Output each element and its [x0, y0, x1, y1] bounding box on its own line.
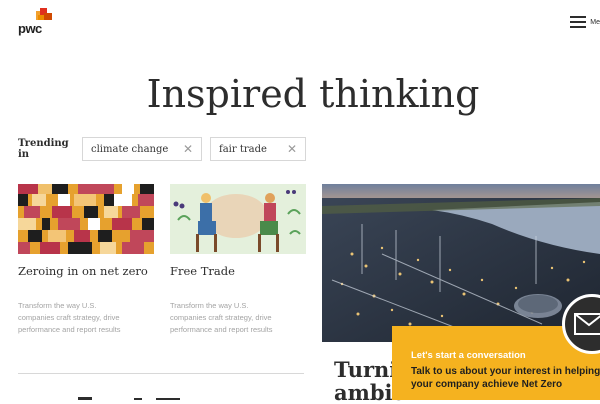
cta-body: Talk to us about your interest in helpin… [411, 365, 600, 391]
close-icon[interactable]: ✕ [183, 142, 193, 156]
article-card-net-zero[interactable]: Zeroing in on net zero Transform the way… [18, 184, 154, 336]
cta-body-line: Talk to us about your interest in helpin… [411, 366, 600, 377]
trending-filter-bar: Trending in climate change ✕ fair trade … [18, 136, 314, 162]
card-title[interactable]: Free Trade [170, 264, 306, 278]
page-title: Inspired thinking [146, 72, 480, 116]
close-icon[interactable]: ✕ [287, 142, 297, 156]
card-description-line: Transform the way U.S. [170, 301, 249, 310]
card-description-line: companies craft strategy, drive [18, 313, 120, 322]
mosaic-illustration [18, 184, 154, 254]
menu-button[interactable]: Me [570, 12, 600, 32]
card-description-line: performance and report results [170, 325, 273, 334]
logo-wordmark: pwc [18, 21, 42, 36]
pwc-logo[interactable]: pwc [18, 8, 52, 36]
logo-mark-icon [36, 8, 52, 20]
section-divider [18, 373, 304, 374]
card-image-illustration [170, 184, 306, 254]
cta-body-line: your company achieve Net Zero [411, 379, 563, 390]
article-card-free-trade[interactable]: Free Trade Transform the way U.S. compan… [170, 184, 306, 336]
card-description-line: Transform the way U.S. [18, 301, 97, 310]
hamburger-icon [570, 16, 587, 28]
card-description: Transform the way U.S. companies craft s… [170, 300, 306, 336]
top-bar: pwc Me [0, 0, 600, 44]
card-image-pattern [18, 184, 154, 254]
featured-image-industrial-plant [322, 184, 600, 342]
trending-chip-fair-trade[interactable]: fair trade ✕ [210, 137, 306, 161]
industrial-plant-photo [322, 184, 600, 342]
trending-chip-climate-change[interactable]: climate change ✕ [82, 137, 202, 161]
card-description-line: performance and report results [18, 325, 121, 334]
chip-label: climate change [91, 143, 169, 155]
trending-label: Trending in [18, 138, 69, 160]
card-title[interactable]: Zeroing in on net zero [18, 264, 154, 278]
menu-label: Me [590, 18, 600, 26]
meeting-illustration [170, 184, 306, 254]
chip-label: fair trade [219, 143, 267, 155]
card-description-line: companies craft strategy, drive [170, 313, 272, 322]
envelope-icon [574, 313, 600, 335]
card-description: Transform the way U.S. companies craft s… [18, 300, 154, 336]
cta-heading: Let's start a conversation [411, 350, 526, 361]
